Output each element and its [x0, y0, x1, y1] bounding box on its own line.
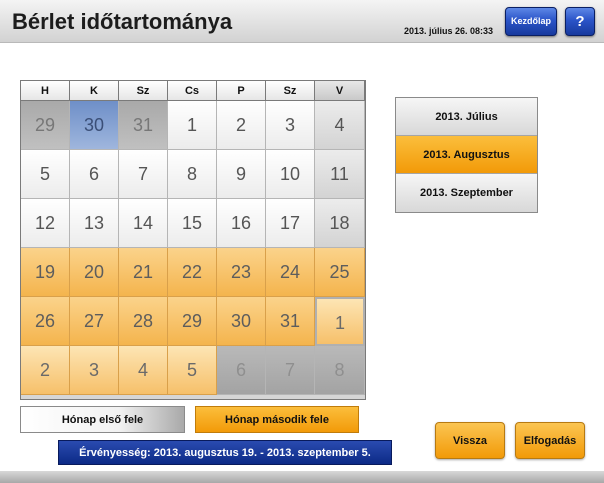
weekday-header: Cs — [168, 81, 217, 101]
calendar-day[interactable]: 30 — [70, 101, 119, 150]
calendar-day[interactable]: 9 — [217, 150, 266, 199]
weekday-header: V — [315, 81, 365, 101]
calendar-day[interactable]: 13 — [70, 199, 119, 248]
calendar-day[interactable]: 23 — [217, 248, 266, 297]
back-button[interactable]: Vissza — [435, 422, 505, 459]
weekday-header: P — [217, 81, 266, 101]
calendar-day[interactable]: 4 — [315, 101, 365, 150]
weekday-header: H — [21, 81, 70, 101]
calendar-day[interactable]: 14 — [119, 199, 168, 248]
calendar-day[interactable]: 8 — [168, 150, 217, 199]
first-half-button[interactable]: Hónap első fele — [20, 406, 185, 433]
calendar-day[interactable]: 1 — [315, 297, 365, 346]
weekday-header: Sz — [266, 81, 315, 101]
calendar-day[interactable]: 12 — [21, 199, 70, 248]
home-button[interactable]: Kezdőlap — [505, 7, 557, 36]
calendar-day[interactable]: 25 — [315, 248, 365, 297]
calendar-grid: H K Sz Cs P Sz V 29 30 31 1 2 3 4 5 6 7 8 9 10 11 12 13 14 15 16 1… — [20, 80, 366, 400]
calendar-day[interactable]: 3 — [266, 101, 315, 150]
calendar-day: 8 — [315, 346, 365, 395]
calendar-day[interactable]: 24 — [266, 248, 315, 297]
validity-banner: Érvényesség: 2013. augusztus 19. - 2013.… — [58, 440, 392, 465]
month-option[interactable]: 2013. Szeptember — [396, 174, 537, 212]
calendar-day[interactable]: 31 — [266, 297, 315, 346]
calendar-day[interactable]: 16 — [217, 199, 266, 248]
calendar-day[interactable]: 2 — [21, 346, 70, 395]
calendar-day[interactable]: 5 — [168, 346, 217, 395]
calendar-day[interactable]: 31 — [119, 101, 168, 150]
calendar-day: 7 — [266, 346, 315, 395]
calendar-day[interactable]: 21 — [119, 248, 168, 297]
calendar-day[interactable]: 28 — [119, 297, 168, 346]
calendar-day: 6 — [217, 346, 266, 395]
calendar-day[interactable]: 26 — [21, 297, 70, 346]
accept-button[interactable]: Elfogadás — [515, 422, 585, 459]
calendar-day[interactable]: 30 — [217, 297, 266, 346]
calendar-day[interactable]: 15 — [168, 199, 217, 248]
calendar-day[interactable]: 2 — [217, 101, 266, 150]
calendar-day[interactable]: 7 — [119, 150, 168, 199]
calendar-day[interactable]: 3 — [70, 346, 119, 395]
footer-bar — [0, 471, 604, 483]
calendar-day[interactable]: 5 — [21, 150, 70, 199]
calendar-day[interactable]: 27 — [70, 297, 119, 346]
calendar-day[interactable]: 4 — [119, 346, 168, 395]
current-datetime: 2013. július 26. 08:33 — [404, 26, 494, 36]
page-title: Bérlet időtartománya — [12, 9, 233, 34]
weekday-header: K — [70, 81, 119, 101]
help-button[interactable]: ? — [565, 7, 595, 36]
calendar-day[interactable]: 22 — [168, 248, 217, 297]
calendar-day[interactable]: 11 — [315, 150, 365, 199]
calendar-day[interactable]: 18 — [315, 199, 365, 248]
calendar-day[interactable]: 10 — [266, 150, 315, 199]
calendar-day[interactable]: 6 — [70, 150, 119, 199]
calendar-day[interactable]: 29 — [21, 101, 70, 150]
second-half-button[interactable]: Hónap második fele — [195, 406, 359, 433]
calendar-day[interactable]: 17 — [266, 199, 315, 248]
calendar-day[interactable]: 19 — [21, 248, 70, 297]
calendar-day[interactable]: 29 — [168, 297, 217, 346]
header-bar: Bérlet időtartománya 2013. július 26. 08… — [0, 0, 604, 43]
month-option[interactable]: 2013. Augusztus — [396, 136, 537, 174]
month-list: 2013. Július 2013. Augusztus 2013. Szeptem… — [395, 97, 538, 213]
weekday-header: Sz — [119, 81, 168, 101]
calendar-day[interactable]: 20 — [70, 248, 119, 297]
calendar-day[interactable]: 1 — [168, 101, 217, 150]
month-option[interactable]: 2013. Július — [396, 98, 537, 136]
